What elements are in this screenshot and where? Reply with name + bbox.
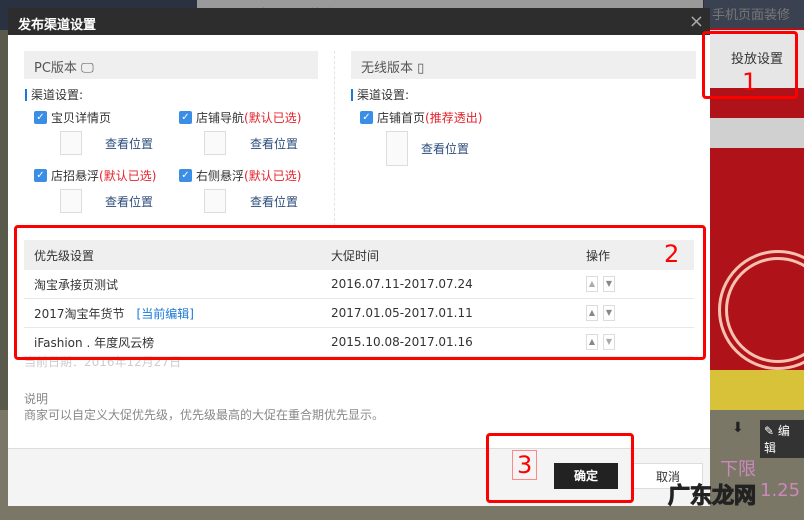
bg-band bbox=[710, 370, 804, 410]
thumbnail bbox=[204, 189, 226, 213]
checkbox-checked-icon[interactable]: ✓ bbox=[34, 111, 47, 124]
edit-button[interactable]: ✎ 编辑 bbox=[760, 420, 804, 458]
bg-text: 1.25 bbox=[760, 480, 801, 501]
checkbox-label: 店铺导航 bbox=[196, 111, 245, 125]
thumbnail bbox=[204, 131, 226, 155]
view-position-link[interactable]: 查看位置 bbox=[105, 193, 153, 210]
checkbox-checked-icon[interactable]: ✓ bbox=[34, 169, 47, 182]
recommend-note: (推荐透出) bbox=[425, 111, 483, 125]
checkbox-checked-icon[interactable]: ✓ bbox=[179, 169, 192, 182]
annotation-box-3 bbox=[486, 433, 634, 503]
default-note: (默认已选) bbox=[99, 169, 157, 183]
mobile-section-label: 渠道设置: bbox=[351, 89, 409, 101]
view-position-link[interactable]: 查看位置 bbox=[105, 135, 153, 152]
checkbox-label: 店铺首页 bbox=[377, 111, 426, 125]
close-icon[interactable]: × bbox=[689, 11, 704, 32]
watermark: 广东龙网 bbox=[667, 484, 757, 510]
annotation-number: 2 bbox=[664, 240, 680, 268]
annotation-number: 1 bbox=[742, 68, 758, 96]
arrow-down-icon[interactable]: ⬇ bbox=[732, 420, 744, 436]
note-title: 说明 bbox=[24, 392, 49, 406]
checkbox-label: 店招悬浮 bbox=[51, 169, 100, 183]
view-position-link[interactable]: 查看位置 bbox=[250, 193, 298, 210]
view-position-link[interactable]: 查看位置 bbox=[421, 140, 469, 157]
edit-label: 编辑 bbox=[764, 424, 790, 455]
thumbnail bbox=[386, 131, 408, 166]
pc-version-header: PC版本 🖵 bbox=[24, 51, 318, 79]
monitor-icon: 🖵 bbox=[81, 61, 94, 76]
column-divider bbox=[334, 51, 335, 226]
thumbnail bbox=[60, 131, 82, 155]
default-note: (默认已选) bbox=[244, 111, 302, 125]
default-note: (默认已选) bbox=[244, 169, 302, 183]
checkbox-checked-icon[interactable]: ✓ bbox=[179, 111, 192, 124]
dialog-title: 发布渠道设置 bbox=[8, 8, 710, 35]
annotation-number: 3 bbox=[512, 450, 538, 480]
bg-band bbox=[710, 118, 804, 148]
mobile-version-header: 无线版本 ▯ bbox=[351, 51, 696, 79]
checkbox-label: 右侧悬浮 bbox=[196, 169, 245, 183]
checkbox-sign-float[interactable]: ✓ 店招悬浮 (默认已选) bbox=[34, 167, 156, 184]
checkbox-detail-page[interactable]: ✓ 宝贝详情页 bbox=[34, 109, 111, 126]
checkbox-checked-icon[interactable]: ✓ bbox=[360, 111, 373, 124]
thumbnail bbox=[60, 189, 82, 213]
checkbox-label: 宝贝详情页 bbox=[51, 111, 112, 125]
checkbox-right-float[interactable]: ✓ 右侧悬浮 (默认已选) bbox=[179, 167, 301, 184]
phone-icon: ▯ bbox=[417, 61, 425, 76]
annotation-box-2 bbox=[14, 225, 706, 360]
checkbox-shop-nav[interactable]: ✓ 店铺导航 (默认已选) bbox=[179, 109, 301, 126]
checkbox-shop-home[interactable]: ✓ 店铺首页 (推荐透出) bbox=[360, 109, 482, 126]
note-text: 商家可以自定义大促优先级，优先级最高的大促在重合期优先显示。 bbox=[24, 408, 385, 422]
pc-section-label: 渠道设置: bbox=[25, 89, 83, 101]
bg-tab-mobile[interactable]: 手机页面装修 bbox=[704, 0, 804, 28]
pc-header-label: PC版本 bbox=[34, 61, 77, 76]
mobile-header-label: 无线版本 bbox=[361, 61, 414, 76]
view-position-link[interactable]: 查看位置 bbox=[250, 135, 298, 152]
